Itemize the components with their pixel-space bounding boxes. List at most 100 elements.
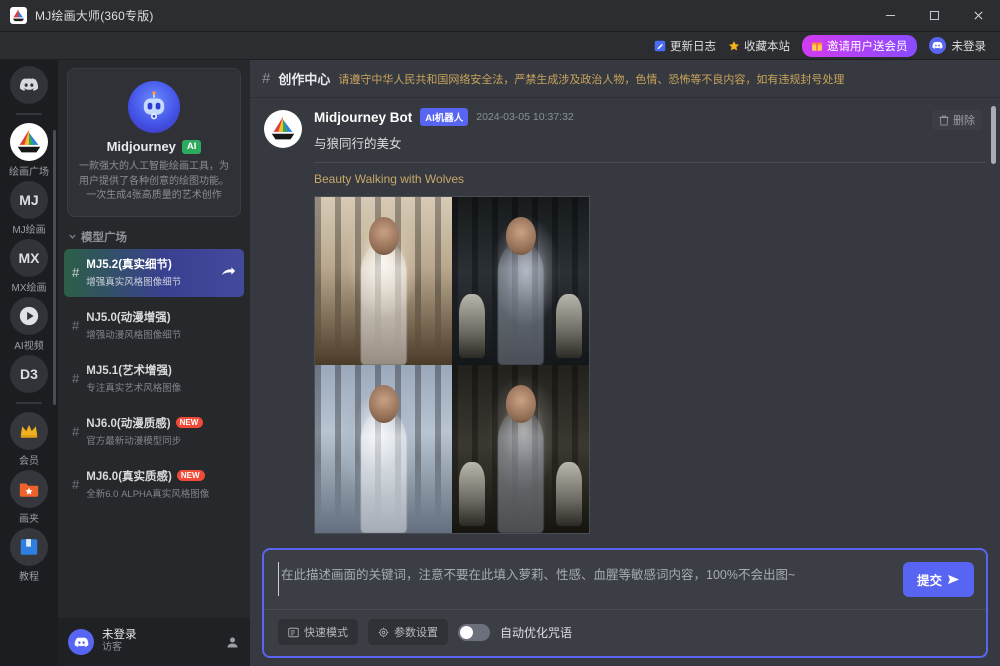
woman-figure: [497, 240, 544, 365]
prompt-input[interactable]: 在此描述画面的关键词，注意不要在此填入萝莉、性感、血腥等敏感词内容，100%不会…: [278, 562, 893, 596]
rail-item-d3[interactable]: D3: [10, 355, 48, 393]
generated-image-quadrant-1[interactable]: [315, 197, 452, 365]
rail-label-gallery: 画夹: [19, 514, 39, 525]
share-arrow-icon[interactable]: [221, 266, 236, 279]
promo-title: Midjourney: [106, 139, 176, 154]
app-window: MJ绘画大师(360专版) 更新日志 收藏本站 邀请用户送会员 未登录 绘画广场…: [0, 0, 1000, 666]
model-item-mj60[interactable]: # MJ6.0(真实质感) NEW 全新6.0 ALPHA真实风格图像: [64, 461, 244, 509]
model-text: MJ5.1(艺术增强) 专注真实艺术风格图像: [86, 362, 181, 396]
bookmark-site-label: 收藏本站: [744, 40, 790, 53]
model-text: MJ6.0(真实质感) NEW 全新6.0 ALPHA真实风格图像: [86, 468, 209, 502]
mj-text-icon: MJ: [10, 181, 48, 219]
message-header: Midjourney Bot AI机器人 2024-03-05 10:37:32: [314, 108, 986, 126]
auto-optimize-label: 自动优化咒语: [500, 625, 573, 640]
submit-button[interactable]: 提交: [902, 562, 974, 597]
person-icon[interactable]: [225, 635, 240, 650]
promo-title-row: Midjourney AI: [78, 139, 230, 154]
generated-image-quadrant-2[interactable]: [452, 197, 589, 365]
rail-scrollbar[interactable]: [53, 130, 56, 405]
update-log-link[interactable]: 更新日志: [654, 38, 716, 54]
rail-label-video: AI视频: [14, 341, 44, 352]
generated-image-quadrant-4[interactable]: [452, 365, 589, 533]
model-name-row: MJ6.0(真实质感) NEW: [86, 468, 209, 484]
delete-message-button[interactable]: 删除: [932, 110, 982, 130]
sidebar-user-bar[interactable]: 未登录 访客: [58, 618, 250, 666]
sailboat-icon: [10, 7, 27, 24]
avatar: [68, 629, 94, 655]
book-icon: [10, 528, 48, 566]
title-bar: MJ绘画大师(360专版): [0, 0, 1000, 32]
top-nav-bar: 更新日志 收藏本站 邀请用户送会员 未登录: [0, 32, 1000, 60]
generated-image-grid[interactable]: [314, 196, 590, 534]
invite-users-button[interactable]: 邀请用户送会员: [802, 34, 917, 57]
model-item-mj51[interactable]: # MJ5.1(艺术增强) 专注真实艺术风格图像: [64, 355, 244, 403]
model-name: MJ5.2(真实细节): [86, 258, 172, 271]
sailboat-icon: [10, 123, 48, 161]
model-item-nj50[interactable]: # NJ5.0(动漫增强) 增强动漫风格图像细节: [64, 302, 244, 350]
rail-item-video[interactable]: AI视频: [10, 297, 48, 352]
model-section-header[interactable]: 模型广场: [58, 217, 250, 249]
send-arrow-icon: [947, 574, 960, 585]
composer-top-row: 在此描述画面的关键词，注意不要在此填入萝莉、性感、血腥等敏感词内容，100%不会…: [264, 550, 986, 609]
main-header: # 创作中心 请遵守中华人民共和国网络安全法，严禁生成涉及政治人物，色情、恐怖等…: [250, 60, 1000, 98]
model-section-title: 模型广场: [81, 231, 127, 244]
hash-icon: #: [72, 371, 80, 386]
message-timestamp: 2024-03-05 10:37:32: [476, 111, 574, 123]
robot-icon: [128, 81, 180, 133]
rail-item-gallery[interactable]: 画夹: [10, 470, 48, 525]
hash-icon: #: [72, 265, 80, 280]
model-item-nj60[interactable]: # NJ6.0(动漫质感) NEW 官方最新动漫模型同步: [64, 408, 244, 456]
compliance-notice: 请遵守中华人民共和国网络安全法，严禁生成涉及政治人物，色情、恐怖等不良内容，如有…: [338, 73, 845, 86]
channel-sidebar: Midjourney AI 一款强大的人工智能绘画工具，为用户提供了各种创意的绘…: [58, 60, 250, 666]
rail-item-plaza[interactable]: 绘画广场: [9, 123, 49, 178]
wolf-shape: [556, 294, 583, 359]
login-status-button[interactable]: 未登录: [928, 37, 987, 54]
rail-item-vip[interactable]: 会员: [10, 412, 48, 467]
model-list: # MJ5.2(真实细节) 增强真实风格图像细节 # NJ5.0(动漫增强) 增…: [58, 248, 250, 619]
rail-item-tutorial[interactable]: 教程: [10, 528, 48, 583]
woman-figure: [360, 240, 407, 365]
wolf-shape: [556, 462, 583, 527]
window-controls: [868, 0, 1000, 32]
params-settings-button[interactable]: 参数设置: [368, 619, 448, 645]
fast-mode-button[interactable]: 快速模式: [278, 619, 358, 645]
rail-divider: [16, 113, 42, 115]
model-item-mj52[interactable]: # MJ5.2(真实细节) 增强真实风格图像细节: [64, 248, 244, 297]
rail-item-mj[interactable]: MJ MJ绘画: [10, 181, 48, 236]
auto-optimize-toggle[interactable]: [458, 623, 490, 641]
model-name: NJ6.0(动漫质感): [86, 417, 171, 430]
message-scrollbar[interactable]: [991, 106, 996, 164]
composer: 在此描述画面的关键词，注意不要在此填入萝莉、性感、血腥等敏感词内容，100%不会…: [262, 548, 988, 658]
gift-icon: [811, 40, 823, 52]
rail-item-mx[interactable]: MX MX绘画: [10, 239, 48, 294]
mx-text-icon: MX: [10, 239, 48, 277]
login-status-label: 未登录: [951, 40, 987, 53]
new-badge: NEW: [175, 417, 204, 428]
woman-head: [368, 385, 399, 423]
midjourney-promo-card: Midjourney AI 一款强大的人工智能绘画工具，为用户提供了各种创意的绘…: [67, 68, 241, 217]
composer-bottom-row: 快速模式 参数设置 自动优化咒语: [264, 609, 986, 656]
rail-label-vip: 会员: [19, 456, 39, 467]
play-icon: [10, 297, 48, 335]
left-rail: 绘画广场 MJ MJ绘画 MX MX绘画 AI视频 D3 会员 画夹 教程: [0, 60, 58, 666]
toggle-knob: [460, 625, 473, 639]
minimize-button[interactable]: [868, 0, 912, 32]
rail-item-discord[interactable]: [10, 66, 48, 104]
message-divider: [314, 162, 986, 163]
model-name: MJ6.0(真实质感): [86, 470, 172, 483]
bot-badge: AI机器人: [420, 108, 469, 126]
model-sub: 增强动漫风格图像细节: [86, 329, 182, 341]
promo-description: 一款强大的人工智能绘画工具，为用户提供了各种创意的绘图功能。一次生成4张高质量的…: [79, 161, 229, 201]
wolf-shape: [458, 294, 485, 359]
close-button[interactable]: [956, 0, 1000, 32]
app-body: 绘画广场 MJ MJ绘画 MX MX绘画 AI视频 D3 会员 画夹 教程 Mi…: [0, 60, 1000, 666]
generated-image-quadrant-3[interactable]: [315, 365, 452, 533]
discord-icon: [928, 37, 946, 54]
model-sub: 全新6.0 ALPHA真实风格图像: [86, 488, 210, 500]
discord-icon: [10, 66, 48, 104]
ai-badge: AI: [181, 139, 202, 154]
message-author: Midjourney Bot: [314, 109, 413, 125]
maximize-button[interactable]: [912, 0, 956, 32]
bookmark-site-link[interactable]: 收藏本站: [728, 38, 790, 54]
model-text: MJ5.2(真实细节) 增强真实风格图像细节: [86, 256, 181, 290]
